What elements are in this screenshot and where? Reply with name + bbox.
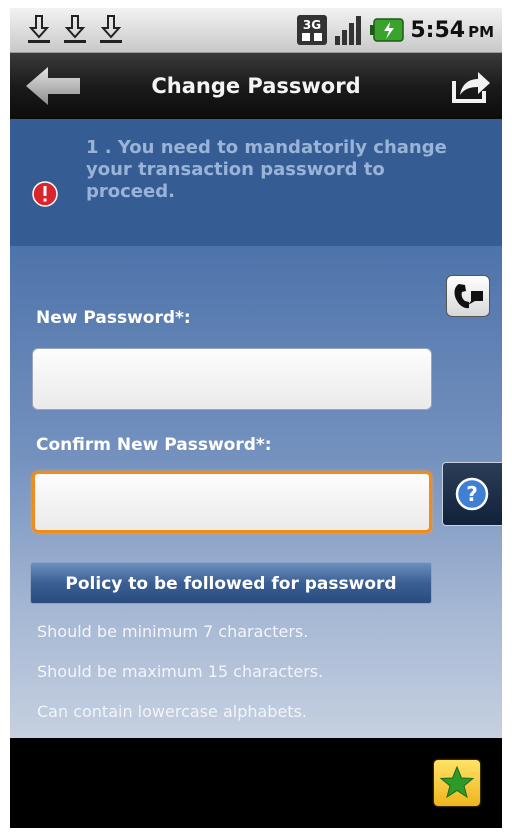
content-area: 1 . You need to mandatorily change your … [10, 119, 502, 738]
favorite-button[interactable] [434, 760, 480, 806]
network-3g-icon: 3G [297, 15, 328, 45]
policy-item: Should be minimum 7 characters. [37, 622, 309, 641]
new-password-label: New Password*: [36, 308, 191, 328]
error-alert-icon [32, 181, 58, 207]
policy-header: Policy to be followed for password [30, 562, 432, 604]
bottom-bar [10, 738, 502, 828]
policy-item: Should be maximum 15 characters. [37, 662, 324, 681]
help-button[interactable]: ? [442, 462, 502, 526]
phone-screen: 3G 5:54 PM Change Password 1 . You need … [10, 8, 502, 828]
policy-item: Can contain lowercase alphabets. [37, 702, 307, 721]
signal-strength-icon [335, 16, 362, 45]
svg-text:?: ? [466, 482, 478, 506]
star-icon [439, 765, 475, 799]
svg-text:3G: 3G [303, 18, 321, 32]
battery-charging-icon [370, 18, 405, 42]
confirm-password-label: Confirm New Password*: [36, 435, 272, 455]
download-icon [100, 15, 122, 43]
back-arrow-icon[interactable] [24, 65, 84, 107]
download-icon [28, 15, 50, 43]
download-icon [64, 15, 86, 43]
call-support-button[interactable] [446, 275, 490, 317]
title-bar: Change Password [10, 53, 502, 119]
confirm-password-field[interactable] [32, 471, 432, 533]
alert-banner: 1 . You need to mandatorily change your … [10, 119, 502, 246]
phone-call-icon [454, 284, 483, 309]
status-bar: 3G 5:54 PM [10, 8, 502, 53]
share-icon[interactable] [450, 67, 492, 105]
help-question-icon: ? [455, 477, 489, 511]
status-indicators: 3G 5:54 PM [296, 14, 494, 46]
status-time: 5:54 PM [410, 17, 494, 43]
alert-message: 1 . You need to mandatorily change your … [86, 137, 447, 202]
new-password-field[interactable] [32, 348, 432, 410]
